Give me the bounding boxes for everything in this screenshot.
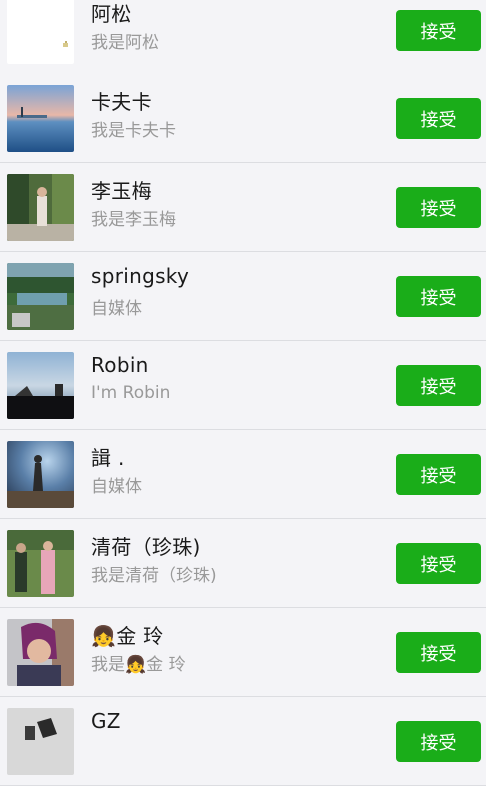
request-message: 自媒体 <box>91 477 142 497</box>
avatar[interactable] <box>7 441 74 508</box>
list-item[interactable]: 諿 . 自媒体 接受 <box>0 430 486 519</box>
list-item[interactable]: GZ 接受 <box>0 697 486 786</box>
request-message: 我是李玉梅 <box>91 210 176 230</box>
request-message: I'm Robin <box>91 383 171 403</box>
accept-button[interactable]: 接受 <box>396 721 481 762</box>
avatar[interactable] <box>7 0 74 64</box>
accept-button[interactable]: 接受 <box>396 543 481 584</box>
avatar[interactable] <box>7 619 74 686</box>
accept-button[interactable]: 接受 <box>396 276 481 317</box>
contact-name: 👧金 玲 <box>91 624 164 648</box>
accept-button[interactable]: 接受 <box>396 454 481 495</box>
list-item[interactable]: 李玉梅 我是李玉梅 接受 <box>0 163 486 252</box>
avatar[interactable] <box>7 263 74 330</box>
request-message: 我是清荷（珍珠) <box>91 566 217 586</box>
contact-name: 李玉梅 <box>91 179 152 203</box>
request-message: 我是卡夫卡 <box>91 121 176 141</box>
contact-name: Robin <box>91 353 149 377</box>
contact-name: springsky <box>91 264 190 288</box>
list-item[interactable]: 卡夫卡 我是卡夫卡 接受 <box>0 74 486 163</box>
request-message: 我是👧金 玲 <box>91 655 186 675</box>
accept-button[interactable]: 接受 <box>396 365 481 406</box>
accept-button[interactable]: 接受 <box>396 187 481 228</box>
contact-name: 諿 . <box>91 446 125 470</box>
accept-button[interactable]: 接受 <box>396 632 481 673</box>
avatar[interactable] <box>7 352 74 419</box>
list-item[interactable]: Robin I'm Robin 接受 <box>0 341 486 430</box>
contact-name: 阿松 <box>91 2 132 26</box>
list-item[interactable]: springsky 自媒体 接受 <box>0 252 486 341</box>
accept-button[interactable]: 接受 <box>396 98 481 139</box>
avatar[interactable] <box>7 530 74 597</box>
list-item[interactable]: 阿松 我是阿松 接受 <box>0 0 486 75</box>
contact-name: 卡夫卡 <box>91 90 152 114</box>
list-item[interactable]: 👧金 玲 我是👧金 玲 接受 <box>0 608 486 697</box>
accept-button[interactable]: 接受 <box>396 10 481 51</box>
request-message: 自媒体 <box>91 299 142 319</box>
contact-name: GZ <box>91 709 121 733</box>
contact-name: 清荷（珍珠) <box>91 535 201 559</box>
friend-request-list: 阿松 我是阿松 接受 卡夫卡 我是卡夫卡 接受 李玉梅 我是李玉梅 接受 spr… <box>0 0 486 786</box>
list-item[interactable]: 清荷（珍珠) 我是清荷（珍珠) 接受 <box>0 519 486 608</box>
request-message: 我是阿松 <box>91 33 159 53</box>
avatar[interactable] <box>7 85 74 152</box>
avatar[interactable] <box>7 174 74 241</box>
avatar[interactable] <box>7 708 74 775</box>
